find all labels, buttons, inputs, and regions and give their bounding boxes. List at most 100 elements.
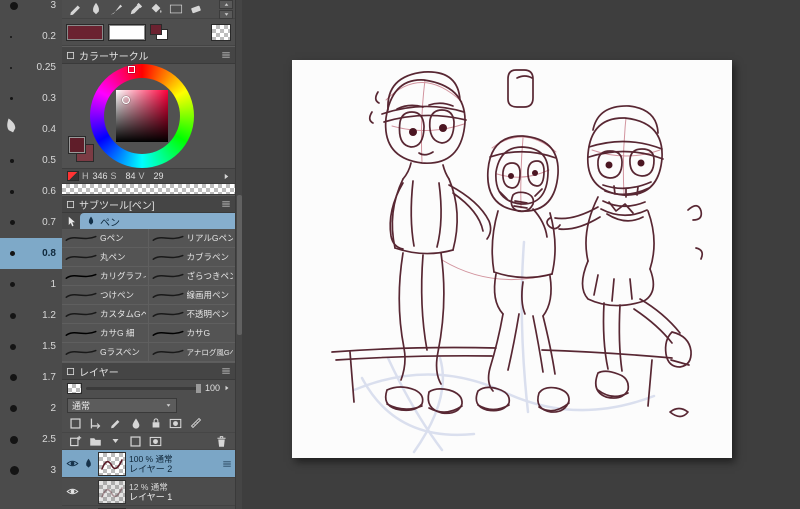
dual-color-icon[interactable] [150, 24, 168, 40]
pen-name: 不透明ペン [186, 309, 230, 319]
brush-size-item[interactable]: 0.7 [0, 207, 62, 238]
layer-name[interactable]: レイヤー 1 [129, 492, 172, 502]
lock-layer-icon[interactable] [148, 416, 163, 430]
main-color-swatch[interactable] [66, 23, 104, 41]
opacity-chip-icon[interactable] [67, 382, 82, 394]
duplicate-layer-icon[interactable] [128, 434, 143, 448]
layer-name[interactable]: レイヤー 2 [129, 464, 172, 474]
blend-mode-value: 通常 [72, 400, 91, 411]
brush-dot-icon [10, 1, 18, 10]
current-color-swatch[interactable] [68, 136, 86, 154]
v-value[interactable]: 29 [148, 171, 164, 181]
fill-tool-icon[interactable] [147, 2, 164, 17]
pen-name: Gラスペン [100, 347, 140, 357]
lock-alpha-icon[interactable] [68, 416, 83, 430]
v-label: V [138, 171, 145, 181]
layer-row-selected[interactable]: 100 % 通常 レイヤー 2 [62, 450, 235, 478]
brush-size-item[interactable]: 1.5 [0, 331, 62, 362]
canvas-area[interactable] [242, 0, 800, 509]
cursor-icon [62, 213, 80, 229]
brush-size-item[interactable]: 3 [0, 455, 62, 486]
blend-mode-select[interactable]: 通常 [67, 397, 177, 413]
brush-size-label: 0.3 [42, 93, 56, 104]
pen-item[interactable]: Gペン [62, 229, 149, 247]
brush-size-item[interactable]: 0.6 [0, 176, 62, 207]
opacity-value[interactable]: 100 [205, 383, 220, 393]
pen-item[interactable]: 線画用ペン [149, 286, 236, 304]
sv-marker[interactable] [122, 96, 130, 104]
merge-down-icon[interactable] [108, 434, 123, 448]
opacity-slider[interactable] [86, 383, 201, 393]
tab-pen[interactable]: ペン [80, 213, 235, 229]
brush-size-item[interactable]: 2.5 [0, 424, 62, 455]
transparent-color-swatch[interactable] [211, 23, 231, 41]
eraser-tool-icon[interactable] [187, 2, 204, 17]
expand-corner-icon[interactable] [223, 173, 230, 180]
layer-mask-icon[interactable] [148, 434, 163, 448]
pen-item[interactable]: つけペン [62, 286, 149, 304]
hue-marker[interactable] [128, 66, 135, 73]
panel-menu-icon[interactable] [221, 50, 231, 60]
stroke-preview-icon [64, 346, 98, 358]
stroke-preview-icon [151, 251, 185, 263]
panel-icon [66, 367, 75, 376]
scroll-down-icon[interactable] [219, 9, 233, 19]
hsv-mode-icon[interactable] [67, 171, 79, 181]
pen-item[interactable]: ざらつきペン [149, 267, 236, 285]
layer-row-menu-icon[interactable] [222, 459, 232, 469]
canvas-page[interactable] [292, 60, 732, 458]
sub-color-swatch[interactable] [108, 23, 146, 41]
stroke-preview-icon [151, 232, 185, 244]
visibility-eye-icon[interactable] [65, 457, 79, 470]
blend-mode-row: 通常 [62, 396, 235, 414]
pen-item[interactable]: リアルGペン [149, 229, 236, 247]
mask-icon[interactable] [168, 416, 183, 430]
brush-size-item[interactable]: 0.2 [0, 21, 62, 52]
h-value[interactable]: 346 [92, 171, 107, 181]
new-folder-icon[interactable] [88, 434, 103, 448]
gradient-tool-icon[interactable] [167, 2, 184, 17]
pen-item[interactable]: カリグラフィ [62, 267, 149, 285]
pen-item[interactable]: カブラペン [149, 248, 236, 266]
brush-size-item[interactable]: 1 [0, 269, 62, 300]
pen-item[interactable]: Gラスペン [62, 343, 149, 361]
brush-size-item[interactable]: 0.3 [0, 83, 62, 114]
brush-size-item[interactable]: 0.25 [0, 52, 62, 83]
panel-menu-icon[interactable] [221, 366, 231, 376]
opacity-stepper-icon[interactable] [224, 385, 230, 391]
clipping-icon[interactable] [88, 416, 103, 430]
pencil-tool-icon[interactable] [67, 2, 84, 17]
pen-item[interactable]: アナログ風Gペン(墨っぽ [149, 343, 236, 361]
visibility-eye-icon[interactable] [65, 485, 79, 498]
brush-size-item[interactable]: 2 [0, 393, 62, 424]
layer-thumbnail[interactable] [98, 479, 126, 504]
pen-tool-icon[interactable] [87, 2, 104, 17]
panel-menu-icon[interactable] [221, 199, 231, 209]
pen-item[interactable]: 不透明ペン [149, 305, 236, 323]
brush-dot-icon [10, 435, 18, 444]
brush-tool-icon[interactable] [107, 2, 124, 17]
eyedropper-tool-icon[interactable] [127, 2, 144, 17]
brush-size-item[interactable]: 0.5 [0, 145, 62, 176]
pen-item[interactable]: カスタムGペン [62, 305, 149, 323]
pen-item[interactable]: 丸ペン [62, 248, 149, 266]
scroll-up-icon[interactable] [219, 0, 233, 9]
delete-layer-icon[interactable] [214, 434, 229, 448]
layer-thumbnail[interactable] [98, 451, 126, 476]
pen-item[interactable]: カサG 細 [62, 324, 149, 342]
layer-row[interactable]: 12 % 通常 レイヤー 1 [62, 478, 235, 506]
brush-size-item[interactable]: 1.2 [0, 300, 62, 331]
brush-size-item-selected[interactable]: 0.8 [0, 238, 62, 269]
pen-item[interactable]: カサG [149, 324, 236, 342]
brush-size-item[interactable]: 3 [0, 0, 62, 21]
stroke-preview-icon [151, 346, 185, 358]
dock-scrollbar[interactable] [235, 0, 242, 509]
new-layer-icon[interactable] [68, 434, 83, 448]
s-value[interactable]: 84 [120, 171, 136, 181]
draft-layer-icon[interactable] [108, 416, 123, 430]
brush-dot-icon [10, 251, 15, 256]
brush-size-item[interactable]: 1.7 [0, 362, 62, 393]
layer-command-icons [62, 433, 235, 450]
reference-layer-icon[interactable] [128, 416, 143, 430]
ruler-icon[interactable] [188, 416, 203, 430]
